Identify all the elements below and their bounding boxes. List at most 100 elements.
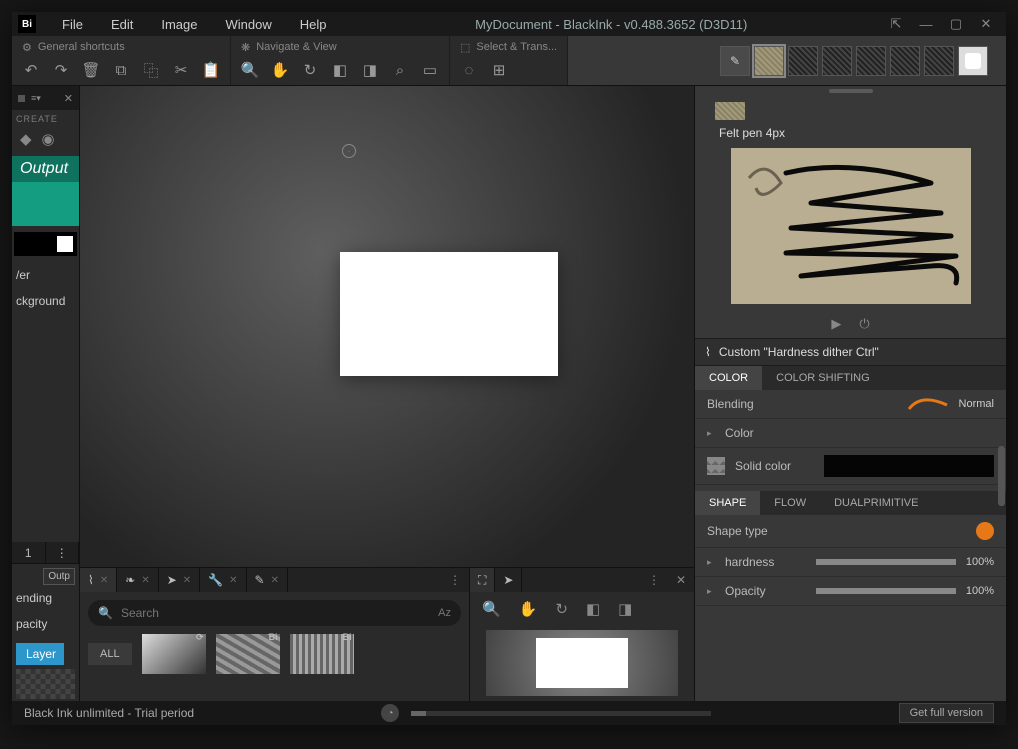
panel-drag-handle[interactable] [695,86,1006,96]
brush-thumb-3[interactable]: Bi [290,634,354,674]
layer-tab-menu[interactable]: ⋮ [46,542,80,563]
panel-tab-5[interactable]: ✎✕ [247,568,288,592]
tab-shape[interactable]: SHAPE [695,491,760,515]
tab-flow[interactable]: FLOW [760,491,820,515]
redo-icon[interactable]: ↷ [52,61,70,79]
close-icon[interactable]: ✕ [972,15,1000,33]
trash-icon[interactable]: 🗑 [82,61,100,79]
search-input[interactable] [121,606,430,620]
brush-6[interactable] [890,46,920,76]
play-icon[interactable]: ▶ [831,316,841,332]
expand-icon[interactable]: ▸ [707,586,715,597]
panel-menu-icon[interactable]: ⋮ [441,573,469,587]
paste-icon[interactable]: 📋 [202,61,220,79]
canvas-viewport[interactable]: · [80,86,694,567]
brush-pen[interactable] [720,46,750,76]
brush-felt[interactable] [754,46,784,76]
power-icon[interactable]: ⏻ [859,316,869,332]
output-tag[interactable]: Outp [43,568,75,585]
menu-image[interactable]: Image [147,17,211,32]
panel-tab-4[interactable]: 🔧✕ [200,568,246,592]
menu-edit[interactable]: Edit [97,17,147,32]
pan-icon[interactable]: ✋ [519,600,538,618]
controller-icon: ⌇ [705,345,711,359]
pin-icon[interactable]: ⇱ [882,15,910,33]
tab-dualprimitive[interactable]: DUALPRIMITIVE [820,491,932,515]
minimize-icon[interactable]: — [912,15,940,33]
expand-icon[interactable]: ▸ [707,557,715,568]
duplicate-icon[interactable]: ⿻ [142,61,160,79]
panel-tab-brushes[interactable]: ⌇✕ [80,568,117,592]
layer-pill[interactable]: Layer [16,643,64,665]
brush-3[interactable] [788,46,818,76]
dock-menu-icon[interactable]: ≡▾ [31,93,41,104]
tab-close-icon[interactable]: ✕ [229,575,237,586]
layer-name-partial[interactable]: /er [12,262,79,288]
tab-close-icon[interactable]: ✕ [141,575,149,586]
undo-icon[interactable]: ↶ [22,61,40,79]
brush-eraser[interactable] [958,46,988,76]
panel-menu-icon[interactable]: ⋮ [640,573,668,587]
brush-4[interactable] [822,46,852,76]
navigator-doc [536,638,628,688]
shape-type-dot[interactable] [976,522,994,540]
blending-mode[interactable]: Normal [959,398,994,410]
expand-icon[interactable]: ▸ [707,428,715,439]
blending-curve-icon[interactable] [907,397,949,411]
tab-color-shifting[interactable]: COLOR SHIFTING [762,366,884,390]
circle-icon[interactable]: ◉ [42,130,55,148]
brush-7[interactable] [924,46,954,76]
pan-icon[interactable]: ✋ [271,61,289,79]
brush-thumb-1[interactable]: ⟳ [142,634,206,674]
rotate-icon[interactable]: ↻ [301,61,319,79]
brush-thumb-2[interactable]: Bi [216,634,280,674]
output-node[interactable]: Output [12,156,79,226]
fit-screen-icon[interactable]: ▭ [421,61,439,79]
panel-tab-2[interactable]: ❧✕ [117,568,158,592]
hardness-slider[interactable] [816,559,956,565]
clock-icon: ◔ [381,704,399,722]
ribbon-label-select: Select & Trans... [476,41,557,53]
sort-az-icon[interactable]: Az [438,607,451,619]
menu-file[interactable]: File [48,17,97,32]
tab-close-icon[interactable]: ✕ [100,575,108,586]
brush-5[interactable] [856,46,886,76]
tab-color[interactable]: COLOR [695,366,762,390]
layer-tab-1[interactable]: 1 [12,542,46,563]
flip-v-icon[interactable]: ◨ [361,61,379,79]
opacity-slider[interactable] [816,588,956,594]
brush-search[interactable]: 🔍 Az [88,600,461,626]
diamond-icon[interactable]: ◆ [20,130,32,148]
color-value[interactable] [824,455,994,477]
document-canvas[interactable] [340,252,558,376]
navigator-canvas[interactable] [486,630,678,696]
zoom-icon[interactable]: 🔍 [482,600,501,618]
menu-window[interactable]: Window [212,17,286,32]
nav-tab-1[interactable]: ⛶ [470,568,495,592]
copy-icon[interactable]: ⧉ [112,61,130,79]
layer-thumbnail[interactable] [16,669,75,699]
tab-close-icon[interactable]: ✕ [183,575,191,586]
tab-close-icon[interactable]: ✕ [271,575,279,586]
get-full-version-button[interactable]: Get full version [899,703,994,723]
background-name-partial[interactable]: ckground [12,288,79,314]
marquee-icon[interactable]: ◌ [460,61,478,79]
filter-all[interactable]: ALL [88,643,132,665]
panel-close-icon[interactable]: ✕ [668,573,694,587]
cut-icon[interactable]: ✂ [172,61,190,79]
panel-tab-3[interactable]: ➤✕ [159,568,200,592]
maximize-icon[interactable]: ▢ [942,15,970,33]
nav-tab-2[interactable]: ➤ [495,568,522,592]
alpha-swatch-icon[interactable] [707,457,725,475]
scrollbar-thumb[interactable] [998,446,1005,506]
rotate-hand-icon[interactable]: ↻ [555,600,568,618]
flip-h-icon[interactable]: ◧ [331,61,349,79]
transform-icon[interactable]: ⊞ [490,61,508,79]
zoom-icon[interactable]: 🔍 [241,61,259,79]
menu-help[interactable]: Help [286,17,341,32]
flip2-icon[interactable]: ◨ [618,600,632,618]
zoom-fit-icon[interactable]: ⌕ [391,61,409,79]
dock-close-icon[interactable]: ✕ [64,92,73,105]
dock-handle-icon[interactable] [18,95,25,102]
flip-icon[interactable]: ◧ [586,600,600,618]
